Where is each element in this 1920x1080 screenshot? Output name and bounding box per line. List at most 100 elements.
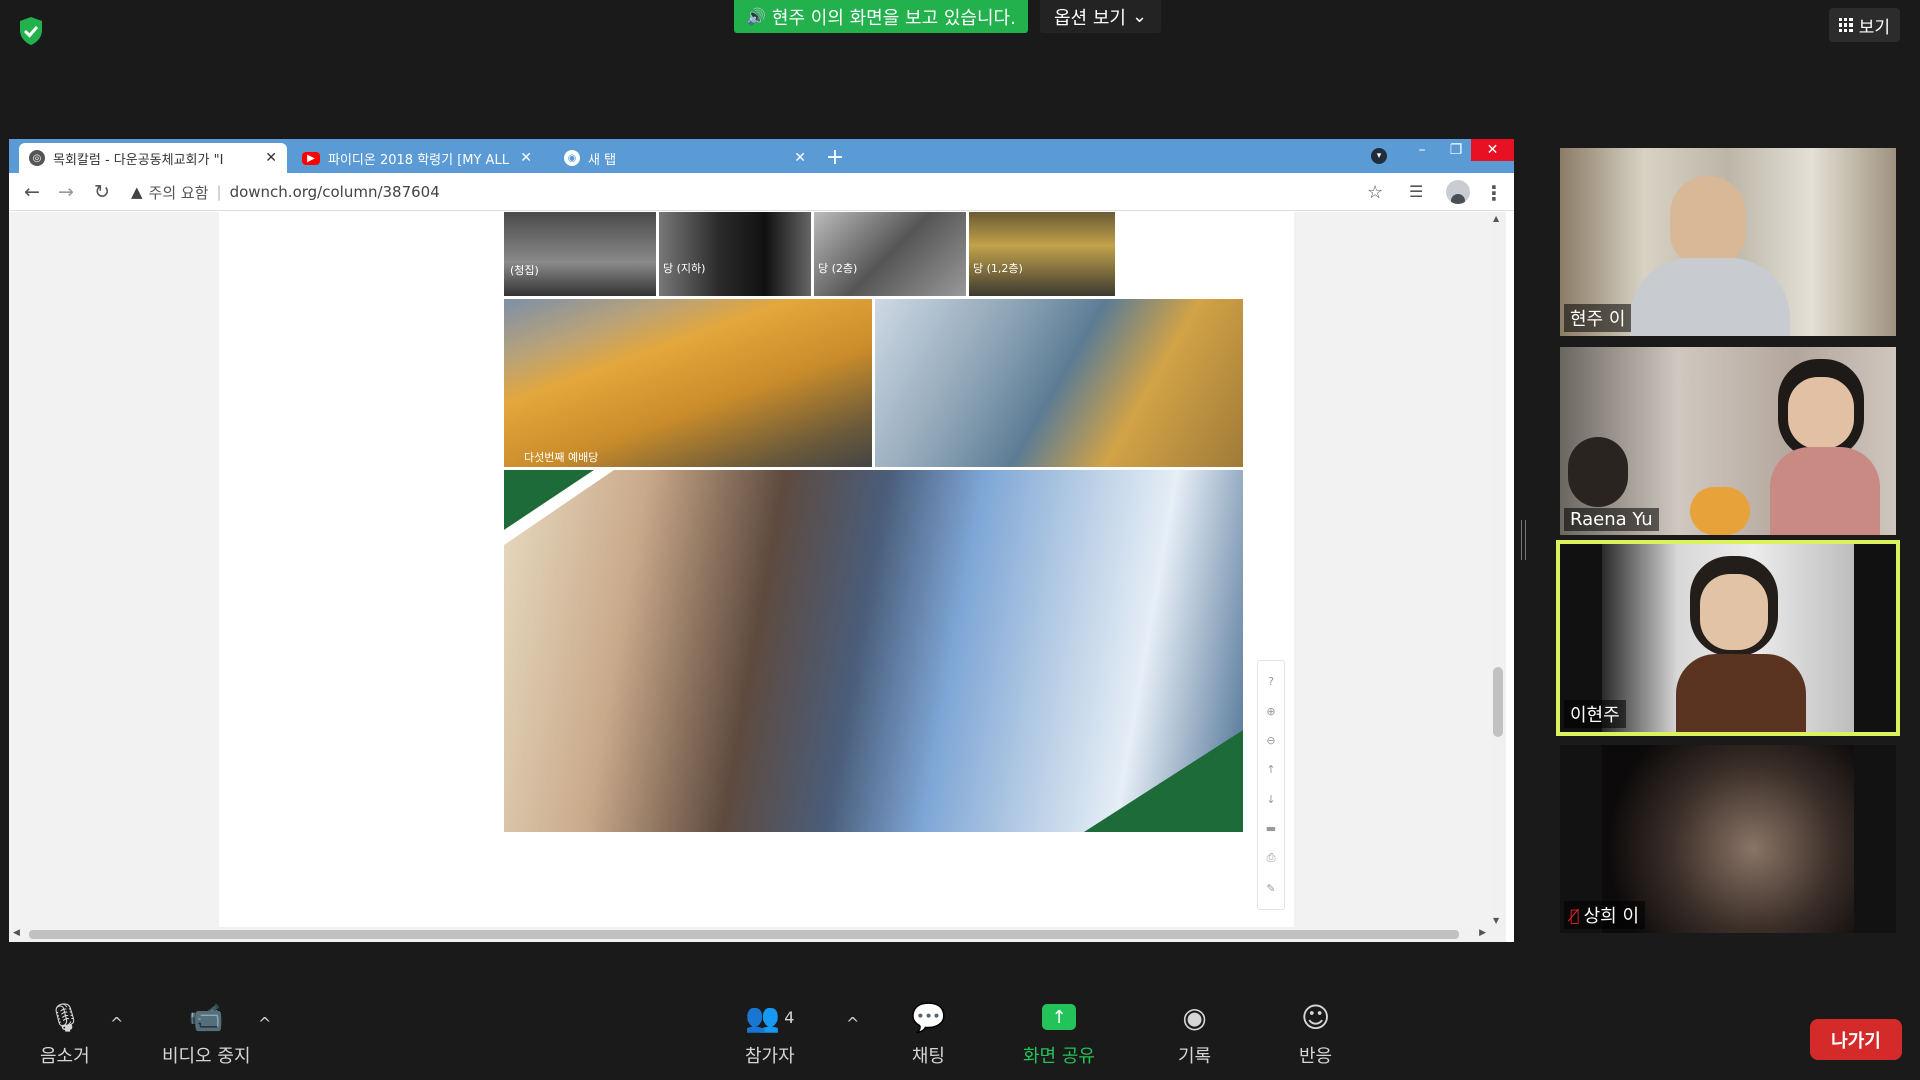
shared-browser-window: ◎ 목회칼럼 - 다운공동체교회가 "I ✕ ▶ 파이디온 2018 학령기 [… [9,139,1514,942]
address-separator: | [216,183,222,201]
security-warning-label: 주의 요함 [148,183,209,202]
minimize-icon[interactable]: – [1407,139,1437,161]
scroll-left-arrow-icon[interactable]: ◀ [13,928,20,938]
browser-toolbar: ← → ↻ ▲ 주의 요함 | downch.org/column/387604… [9,173,1514,211]
reload-icon[interactable]: ↻ [91,181,113,203]
tab-search-icon[interactable]: ▾ [1371,148,1387,164]
kebab-menu-icon[interactable]: ⋮ [1484,181,1504,205]
photo-caption: 당 (지하) [663,262,706,275]
record-label: 기록 [1178,1046,1212,1067]
screen-share-banner: 🔊 현주 이의 화면을 보고 있습니다. [734,0,1028,33]
church-photo-1: (청집) [504,212,656,296]
zoom-in-icon[interactable]: ⊕ [1266,705,1275,718]
participant-child [1568,437,1628,507]
scroll-right-arrow-icon[interactable]: ▶ [1479,928,1486,938]
scrollbar-thumb[interactable] [1493,667,1503,737]
security-shield-icon[interactable] [18,16,44,46]
participant-name-tag: 이현주 [1564,700,1626,728]
participant-name-tag: 🎙̸ 상희 이 [1564,901,1646,929]
participants-button[interactable]: 👥 4 참가자 [745,1000,795,1068]
page-tools-strip: ? ⊕ ⊖ ↑ ↓ ▬ ⎙ ✎ [1257,660,1285,910]
participant-tile-active-speaker[interactable]: 이현주 [1556,540,1900,736]
tab-title: 새 탭 [588,152,617,168]
forward-arrow-icon[interactable]: → [55,181,77,203]
church-photo-4: 당 (1,2층) [969,212,1115,296]
scroll-down-arrow-icon[interactable]: ▼ [1493,916,1499,925]
browser-tab-new[interactable]: ◉ 새 탭 ✕ [554,143,816,173]
mute-button[interactable]: 🎙 음소거 [40,1000,90,1068]
youtube-icon: ▶ [302,151,320,165]
tab-title: 목회칼럼 - 다운공동체교회가 "I [53,152,224,168]
record-button[interactable]: ◉ 기록 [1178,1000,1211,1068]
participant-tile[interactable]: 🎙̸ 상희 이 [1560,745,1896,933]
panel-resize-handle[interactable] [1521,520,1526,560]
close-icon[interactable]: ✕ [265,150,277,166]
browser-tab-bar: ◎ 목회칼럼 - 다운공동체교회가 "I ✕ ▶ 파이디온 2018 학령기 [… [9,139,1514,173]
address-bar[interactable]: ▲ 주의 요함 | downch.org/column/387604 [131,177,1441,207]
view-options-button[interactable]: 옵션 보기 ⌄ [1040,0,1162,33]
green-corner-stripes-icon [504,470,1243,832]
participant-face [1670,176,1746,266]
participants-label: 참가자 [745,1046,795,1067]
media-playlist-icon[interactable]: ☰ [1409,182,1423,201]
share-screen-label: 화면 공유 [1023,1046,1095,1067]
reactions-label: 반응 [1299,1046,1333,1067]
bookmark-star-icon[interactable]: ☆ [1367,182,1383,203]
profile-avatar-icon[interactable] [1446,180,1470,204]
new-tab-button[interactable]: + [821,143,849,171]
edit-icon[interactable]: ✎ [1266,882,1275,895]
video-options-caret-icon[interactable]: ^ [258,1014,271,1033]
horizontal-scrollbar[interactable]: ◀ ▶ [9,927,1506,942]
scroll-up-arrow-icon[interactable]: ▲ [1493,214,1499,223]
participant-tile[interactable]: 현주 이 [1560,148,1896,336]
participant-name: 이현주 [1570,705,1620,726]
chat-button[interactable]: 💬 채팅 [911,1000,946,1068]
back-arrow-icon[interactable]: ← [21,181,43,203]
scrollbar-thumb[interactable] [29,930,1459,939]
chrome-icon: ◉ [564,150,580,166]
participant-body [1676,654,1806,732]
window-close-icon[interactable]: ✕ [1471,139,1514,161]
leave-meeting-button[interactable]: 나가기 [1810,1019,1902,1060]
print-icon[interactable]: ⎙ [1267,851,1276,865]
browser-tab-column[interactable]: ◎ 목회칼럼 - 다운공동체교회가 "I ✕ [19,143,287,173]
reactions-button[interactable]: ☺ 반응 [1299,1000,1332,1068]
participant-tile[interactable]: Raena Yu [1560,347,1896,535]
share-screen-button[interactable]: ↑ 화면 공유 [1023,1000,1095,1068]
zoom-out-icon[interactable]: ⊖ [1266,734,1275,747]
participants-options-caret-icon[interactable]: ^ [846,1014,859,1033]
stop-video-button[interactable]: 📹 비디오 중지 [162,1000,251,1068]
grid-icon [1838,18,1853,32]
record-icon: ◉ [1182,1000,1207,1034]
scroll-down-icon[interactable]: ↓ [1266,793,1275,806]
congregation-and-building-photo [504,470,1243,832]
chat-label: 채팅 [911,1046,945,1067]
photo-caption: (청집) [510,264,539,277]
close-icon[interactable]: ✕ [794,150,806,166]
video-camera-icon: 📹 [188,1000,224,1034]
meeting-controls-bar: 🎙 음소거 ^ 📹 비디오 중지 ^ 👥 4 참가자 ^ 💬 채팅 ↑ 화면 공유… [0,990,1920,1080]
audio-options-caret-icon[interactable]: ^ [110,1014,123,1033]
gallery-view-button[interactable]: 보기 [1828,8,1900,42]
zoom-window: 🔊 현주 이의 화면을 보고 있습니다. 옵션 보기 ⌄ 보기 ◎ 목회칼럼 -… [0,0,1920,1080]
speaker-icon: 🔊 [746,7,766,26]
participant-body [1630,258,1790,336]
participants-icon: 👥 4 [745,1000,795,1034]
comment-icon[interactable]: ▬ [1266,822,1276,835]
yellow-church-building-photo: 다섯번째 예배당 [504,299,872,467]
restore-icon[interactable]: ❐ [1441,139,1471,161]
participant-face [1700,574,1768,650]
browser-tab-youtube[interactable]: ▶ 파이디온 2018 학령기 [MY ALL ✕ [292,143,542,173]
help-icon[interactable]: ? [1268,675,1274,688]
vertical-scrollbar[interactable]: ▲ ▼ [1490,212,1506,927]
photo-caption: 다섯번째 예배당 [524,451,599,464]
church-photo-3: 당 (2층) [814,212,966,296]
participant-name-tag: 현주 이 [1564,304,1632,332]
participant-name: 현주 이 [1570,309,1626,330]
stop-video-label: 비디오 중지 [162,1046,251,1067]
participant-face [1788,377,1854,449]
scroll-up-icon[interactable]: ↑ [1266,763,1275,776]
glass-church-building-photo [875,299,1243,467]
close-icon[interactable]: ✕ [520,150,532,166]
web-content-viewport: (청집) 당 (지하) 당 (2층) 당 (1,2층) 다섯번째 예배당 ? ⊕… [9,212,1506,927]
